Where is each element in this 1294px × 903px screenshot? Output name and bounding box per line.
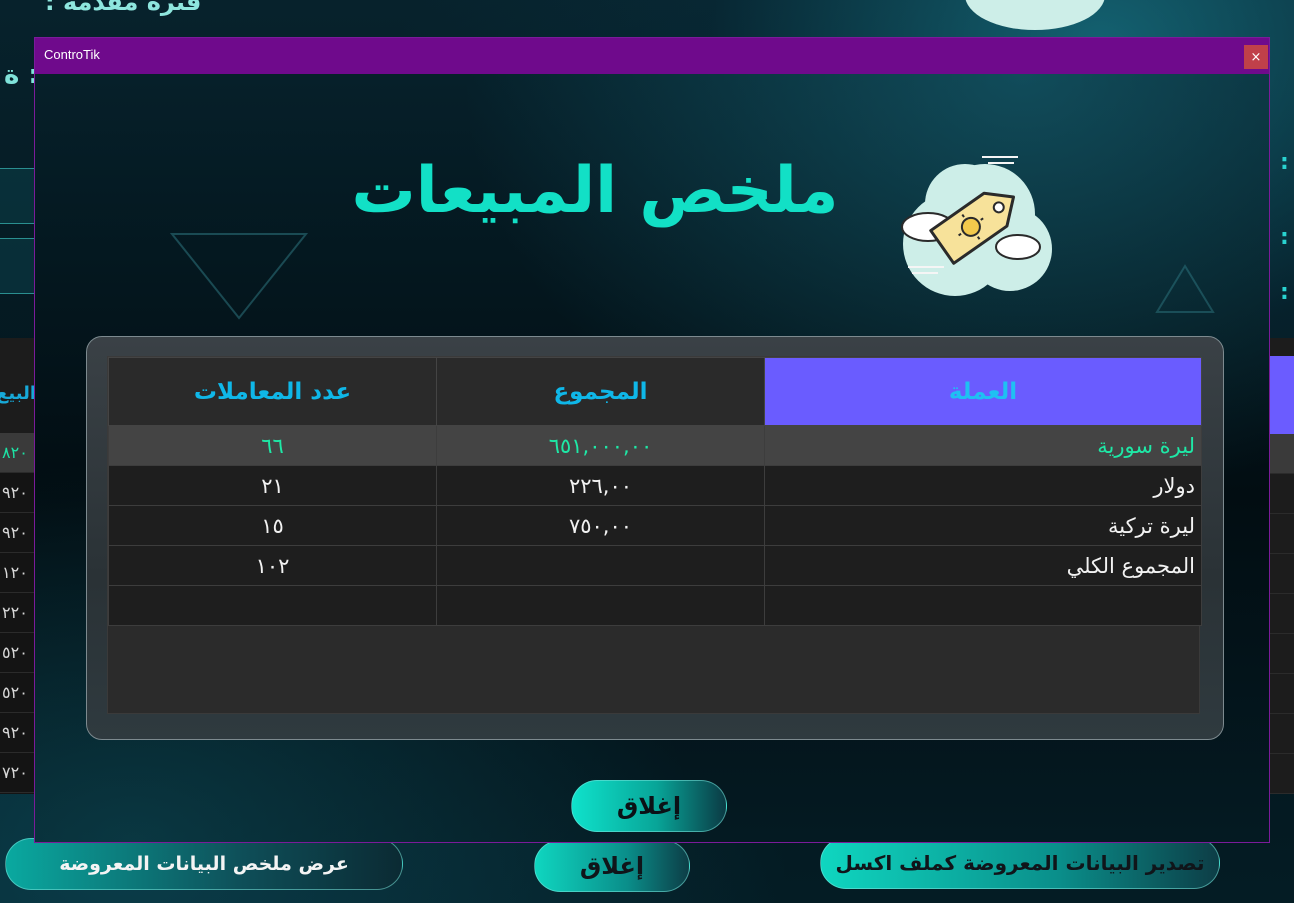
column-header-currency[interactable]: العملة [764, 357, 1202, 426]
window-close-button[interactable]: × [1244, 45, 1268, 69]
table-row[interactable]: ٩٢٠ [0, 713, 36, 753]
cell-currency: دولار [764, 465, 1202, 506]
cell-currency: ليرة سورية [764, 425, 1202, 466]
decorative-triangle [170, 233, 309, 320]
background-colon-marker: : [1280, 280, 1289, 305]
dialog-body: ملخص المبيعات عدد المعاملات المجموع العم… [35, 74, 1269, 842]
background-table-header: البيع [0, 338, 36, 433]
background-colon-marker: : [1280, 225, 1289, 250]
window-title: ControTik [44, 47, 100, 62]
table-row[interactable]: ٧٢٠ [0, 753, 36, 793]
table-row[interactable]: ٢٢٠ [0, 593, 36, 633]
table-row[interactable]: ٦٦ ٦٥١,٠٠٠,٠٠ ليرة سورية [108, 425, 1202, 466]
table-row[interactable]: ١٠٢ المجموع الكلي [108, 545, 1202, 586]
close-button[interactable]: إغلاق [571, 780, 727, 832]
background-close-button[interactable]: إغلاق [534, 840, 690, 892]
cell-total: ٢٢٦,٠٠ [436, 465, 765, 506]
table-row[interactable]: ١٥ ٧٥٠,٠٠ ليرة تركية [108, 505, 1202, 546]
cell-total: ٦٥١,٠٠٠,٠٠ [436, 425, 765, 466]
title-bar[interactable]: ControTik × [35, 38, 1269, 74]
cell-currency: ليرة تركية [764, 505, 1202, 546]
cell-currency [764, 585, 1202, 626]
table-row[interactable]: ٥٢٠ [0, 673, 36, 713]
show-summary-button[interactable]: عرض ملخص البيانات المعروضة [5, 838, 403, 890]
cell-count [108, 585, 437, 626]
cell-total [436, 585, 765, 626]
cell-total: ٧٥٠,٠٠ [436, 505, 765, 546]
cell-total [436, 545, 765, 586]
cell-count: ١٥ [108, 505, 437, 546]
decorative-triangle [1155, 264, 1215, 313]
background-logo [965, 0, 1105, 30]
table-row[interactable]: ٩٢٠ [0, 473, 36, 513]
summary-panel: عدد المعاملات المجموع العملة ٦٦ ٦٥١,٠٠٠,… [86, 336, 1224, 740]
cell-currency: المجموع الكلي [764, 545, 1202, 586]
background-table-edge [1270, 338, 1294, 794]
summary-table: عدد المعاملات المجموع العملة ٦٦ ٦٥١,٠٠٠,… [107, 356, 1202, 714]
table-row[interactable]: ١٢٠ [0, 553, 36, 593]
table-row[interactable] [108, 585, 1202, 626]
sales-summary-dialog: ControTik × ملخص المبيعات عدد المعاملات … [34, 37, 1270, 843]
background-colon-marker: : [1280, 150, 1289, 175]
price-tag-cloud-icon [901, 156, 1052, 296]
table-row[interactable]: ٩٢٠ [0, 513, 36, 553]
column-header-total[interactable]: المجموع [436, 357, 765, 426]
cell-count: ٢١ [108, 465, 437, 506]
table-header-row: عدد المعاملات المجموع العملة [108, 357, 1202, 426]
cell-count: ١٠٢ [108, 545, 437, 586]
background-period-label: فترة مقدمة : [45, 0, 202, 16]
table-row[interactable]: ٨٢٠ [0, 433, 36, 473]
cell-count: ٦٦ [108, 425, 437, 466]
column-header-count[interactable]: عدد المعاملات [108, 357, 437, 426]
table-row[interactable]: ٢١ ٢٢٦,٠٠ دولار [108, 465, 1202, 506]
dialog-heading: ملخص المبيعات [351, 154, 839, 228]
export-excel-button[interactable]: تصدير البيانات المعروضة كملف اكسل [820, 837, 1220, 889]
background-sales-table: البيع ٨٢٠ ٩٢٠ ٩٢٠ ١٢٠ ٢٢٠ ٥٢٠ ٥٢٠ ٩٢٠ ٧٢… [0, 338, 36, 794]
table-row[interactable]: ٥٢٠ [0, 633, 36, 673]
